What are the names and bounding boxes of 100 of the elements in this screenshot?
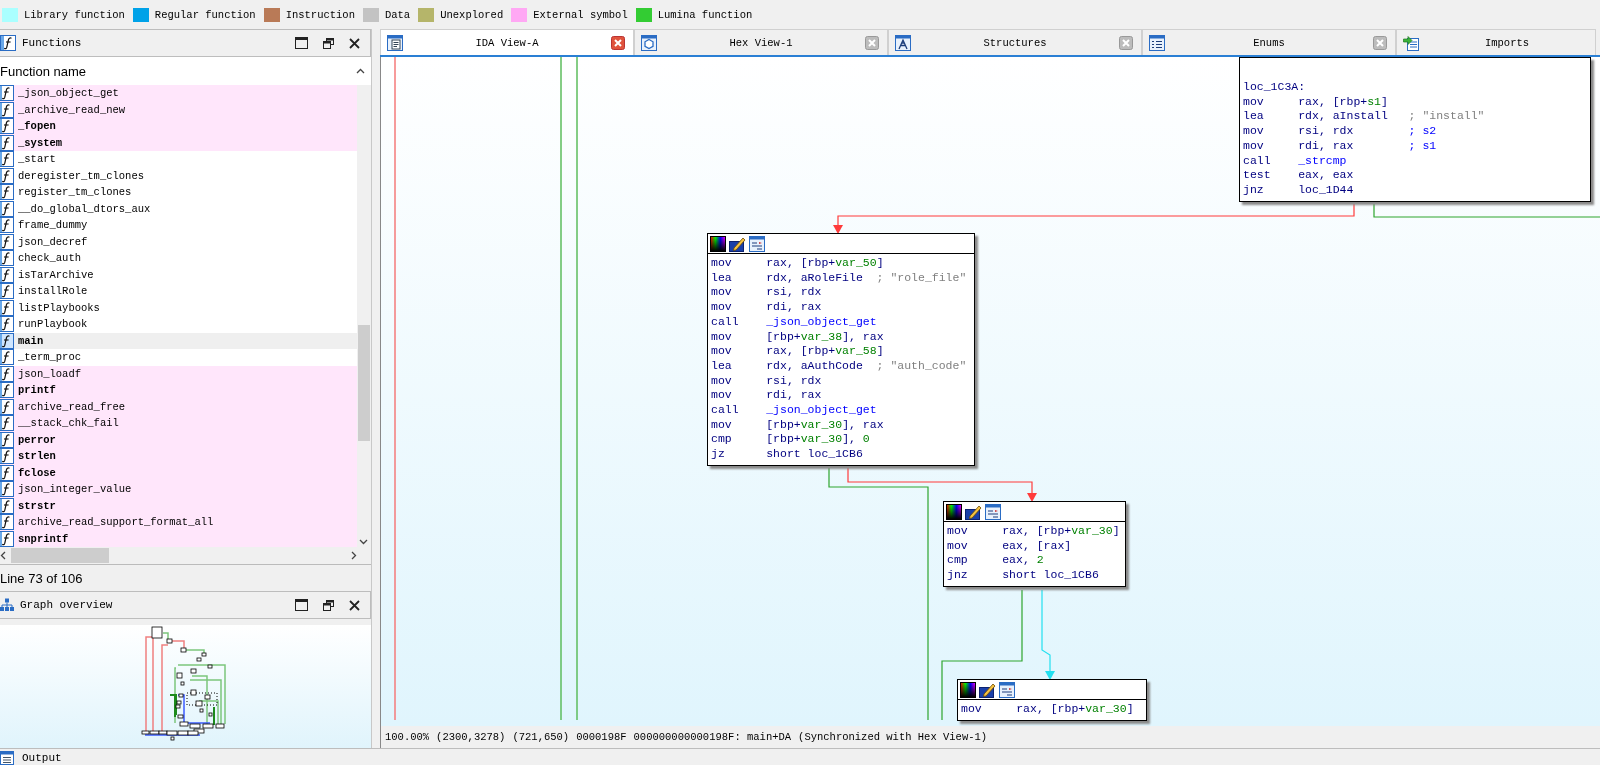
function-row[interactable]: json_decref bbox=[0, 233, 357, 250]
function-icon bbox=[0, 35, 16, 51]
scrollbar-thumb[interactable] bbox=[11, 548, 109, 563]
function-row[interactable]: _term_proc bbox=[0, 349, 357, 366]
tab[interactable]: Structures bbox=[888, 29, 1142, 55]
instruction-line: mov rsi, rdx ; s2 bbox=[1243, 124, 1437, 139]
legend-label: Library function bbox=[24, 8, 125, 21]
function-row[interactable]: _start bbox=[0, 151, 357, 168]
status-field: (721,650) bbox=[512, 731, 570, 743]
instruction-line: call _json_object_get bbox=[711, 403, 877, 418]
document-icon bbox=[387, 34, 403, 51]
instruction-line: lea rdx, aAuthCode ; "auth_code" bbox=[711, 358, 967, 374]
restore-icon[interactable] bbox=[323, 37, 334, 49]
tab[interactable]: Imports bbox=[1396, 29, 1596, 55]
scrollbar-thumb[interactable] bbox=[358, 325, 370, 441]
instruction-line: call _json_object_get bbox=[711, 314, 877, 330]
function-row[interactable]: strlen bbox=[0, 448, 357, 465]
function-row[interactable]: listPlaybooks bbox=[0, 299, 357, 316]
color-palette-icon[interactable] bbox=[710, 235, 726, 252]
chevron-down-icon[interactable] bbox=[359, 539, 368, 545]
instruction-line: mov [rbp+var_30], rax bbox=[711, 417, 884, 433]
pencil-icon[interactable] bbox=[729, 235, 746, 252]
function-row[interactable]: frame_dummy bbox=[0, 217, 357, 234]
function-row[interactable]: deregister_tm_clones bbox=[0, 167, 357, 184]
list-icon bbox=[1149, 34, 1165, 51]
function-icon bbox=[0, 448, 14, 465]
instruction-line: mov rax, [rbp+s1] bbox=[1243, 94, 1388, 110]
pencil-icon[interactable] bbox=[979, 681, 996, 698]
code-label: loc_1C3A: bbox=[1243, 80, 1306, 95]
maximize-icon[interactable] bbox=[295, 599, 308, 611]
tab[interactable]: Enums bbox=[1142, 29, 1396, 55]
legend-label: Lumina function bbox=[657, 8, 753, 21]
function-row[interactable]: runPlaybook bbox=[0, 316, 357, 333]
instruction-line: mov [rbp+var_38], rax bbox=[711, 329, 884, 345]
graph-icon[interactable] bbox=[749, 235, 765, 252]
function-row[interactable]: __stack_chk_fail bbox=[0, 415, 357, 432]
pencil-icon[interactable] bbox=[965, 503, 982, 520]
overview-canvas[interactable] bbox=[0, 625, 371, 748]
instruction-line: mov rsi, rdx bbox=[711, 285, 822, 301]
tab[interactable]: Hex View-1 bbox=[634, 29, 888, 55]
instruction-line: test eax, eax bbox=[1243, 168, 1354, 183]
instruction-line: jz short loc_1CB6 bbox=[711, 447, 863, 462]
graph-icon[interactable] bbox=[999, 681, 1015, 698]
instruction-line: mov rdi, rax bbox=[711, 300, 822, 315]
color-palette-icon[interactable] bbox=[946, 503, 962, 520]
tab[interactable]: IDA View-A bbox=[380, 29, 634, 55]
chevron-left-icon[interactable] bbox=[0, 551, 6, 560]
function-icon bbox=[0, 497, 14, 514]
function-row[interactable]: installRole bbox=[0, 283, 357, 300]
graph-icon[interactable] bbox=[985, 503, 1001, 520]
function-icon bbox=[0, 101, 14, 118]
scrollbar[interactable] bbox=[357, 85, 371, 547]
status-field: (2300,3278) bbox=[436, 731, 506, 743]
function-row[interactable]: json_loadf bbox=[0, 365, 357, 382]
function-row[interactable]: __do_global_dtors_aux bbox=[0, 200, 357, 217]
function-row[interactable]: json_integer_value bbox=[0, 481, 357, 498]
restore-icon[interactable] bbox=[323, 599, 334, 611]
function-icon bbox=[0, 530, 14, 547]
close-icon[interactable] bbox=[349, 599, 360, 611]
function-row[interactable]: register_tm_clones bbox=[0, 184, 357, 201]
legend-label: External symbol bbox=[533, 8, 628, 21]
hierarchy-icon bbox=[0, 598, 14, 612]
function-icon bbox=[0, 382, 14, 399]
instruction-line: mov rsi, rdx bbox=[711, 373, 822, 389]
function-row[interactable]: printf bbox=[0, 382, 357, 399]
function-row[interactable]: _json_object_get bbox=[0, 85, 357, 102]
function-row[interactable]: _fopen bbox=[0, 118, 357, 135]
instruction-line: mov rax, [rbp+var_30] bbox=[961, 702, 1134, 717]
scrollbar[interactable] bbox=[0, 547, 371, 565]
status-field: 100.00% bbox=[385, 731, 430, 743]
status-field: (Synchronized with Hex View-1) bbox=[798, 731, 988, 743]
function-row[interactable]: isTarArchive bbox=[0, 266, 357, 283]
instruction-line: mov rdi, rax ; s1 bbox=[1243, 138, 1437, 154]
function-icon bbox=[0, 118, 14, 135]
chevron-right-icon[interactable] bbox=[351, 551, 357, 560]
function-icon bbox=[0, 332, 14, 349]
function-icon bbox=[0, 85, 14, 102]
chevron-up-icon[interactable] bbox=[356, 68, 365, 74]
function-row[interactable]: check_auth bbox=[0, 250, 357, 267]
panel-title: Output bbox=[22, 751, 62, 764]
color-palette-icon[interactable] bbox=[960, 681, 976, 698]
maximize-icon[interactable] bbox=[295, 37, 308, 49]
close-icon[interactable] bbox=[349, 37, 360, 49]
instruction-line: cmp eax, 2 bbox=[947, 553, 1044, 569]
function-icon bbox=[0, 481, 14, 498]
function-row[interactable]: main bbox=[0, 332, 357, 349]
function-row[interactable]: archive_read_support_format_all bbox=[0, 514, 357, 531]
function-icon bbox=[0, 464, 14, 481]
panel-title: Functions bbox=[22, 37, 83, 49]
function-icon bbox=[0, 514, 14, 531]
status-field: 0000198F bbox=[576, 731, 627, 743]
instruction-line: jnz loc_1D44 bbox=[1243, 182, 1354, 198]
instruction-line: mov rdi, rax bbox=[711, 388, 822, 404]
instruction-line: lea rdx, aInstall ; "install" bbox=[1243, 109, 1485, 125]
instruction-line: call _strcmp bbox=[1243, 153, 1347, 169]
legend-label: Unexplored bbox=[440, 8, 504, 21]
tower-icon bbox=[895, 34, 911, 51]
function-icon bbox=[0, 431, 14, 448]
status-field: 000000000000198F: main+DA bbox=[633, 731, 792, 743]
instruction-line: mov eax, [rax] bbox=[947, 538, 1072, 554]
